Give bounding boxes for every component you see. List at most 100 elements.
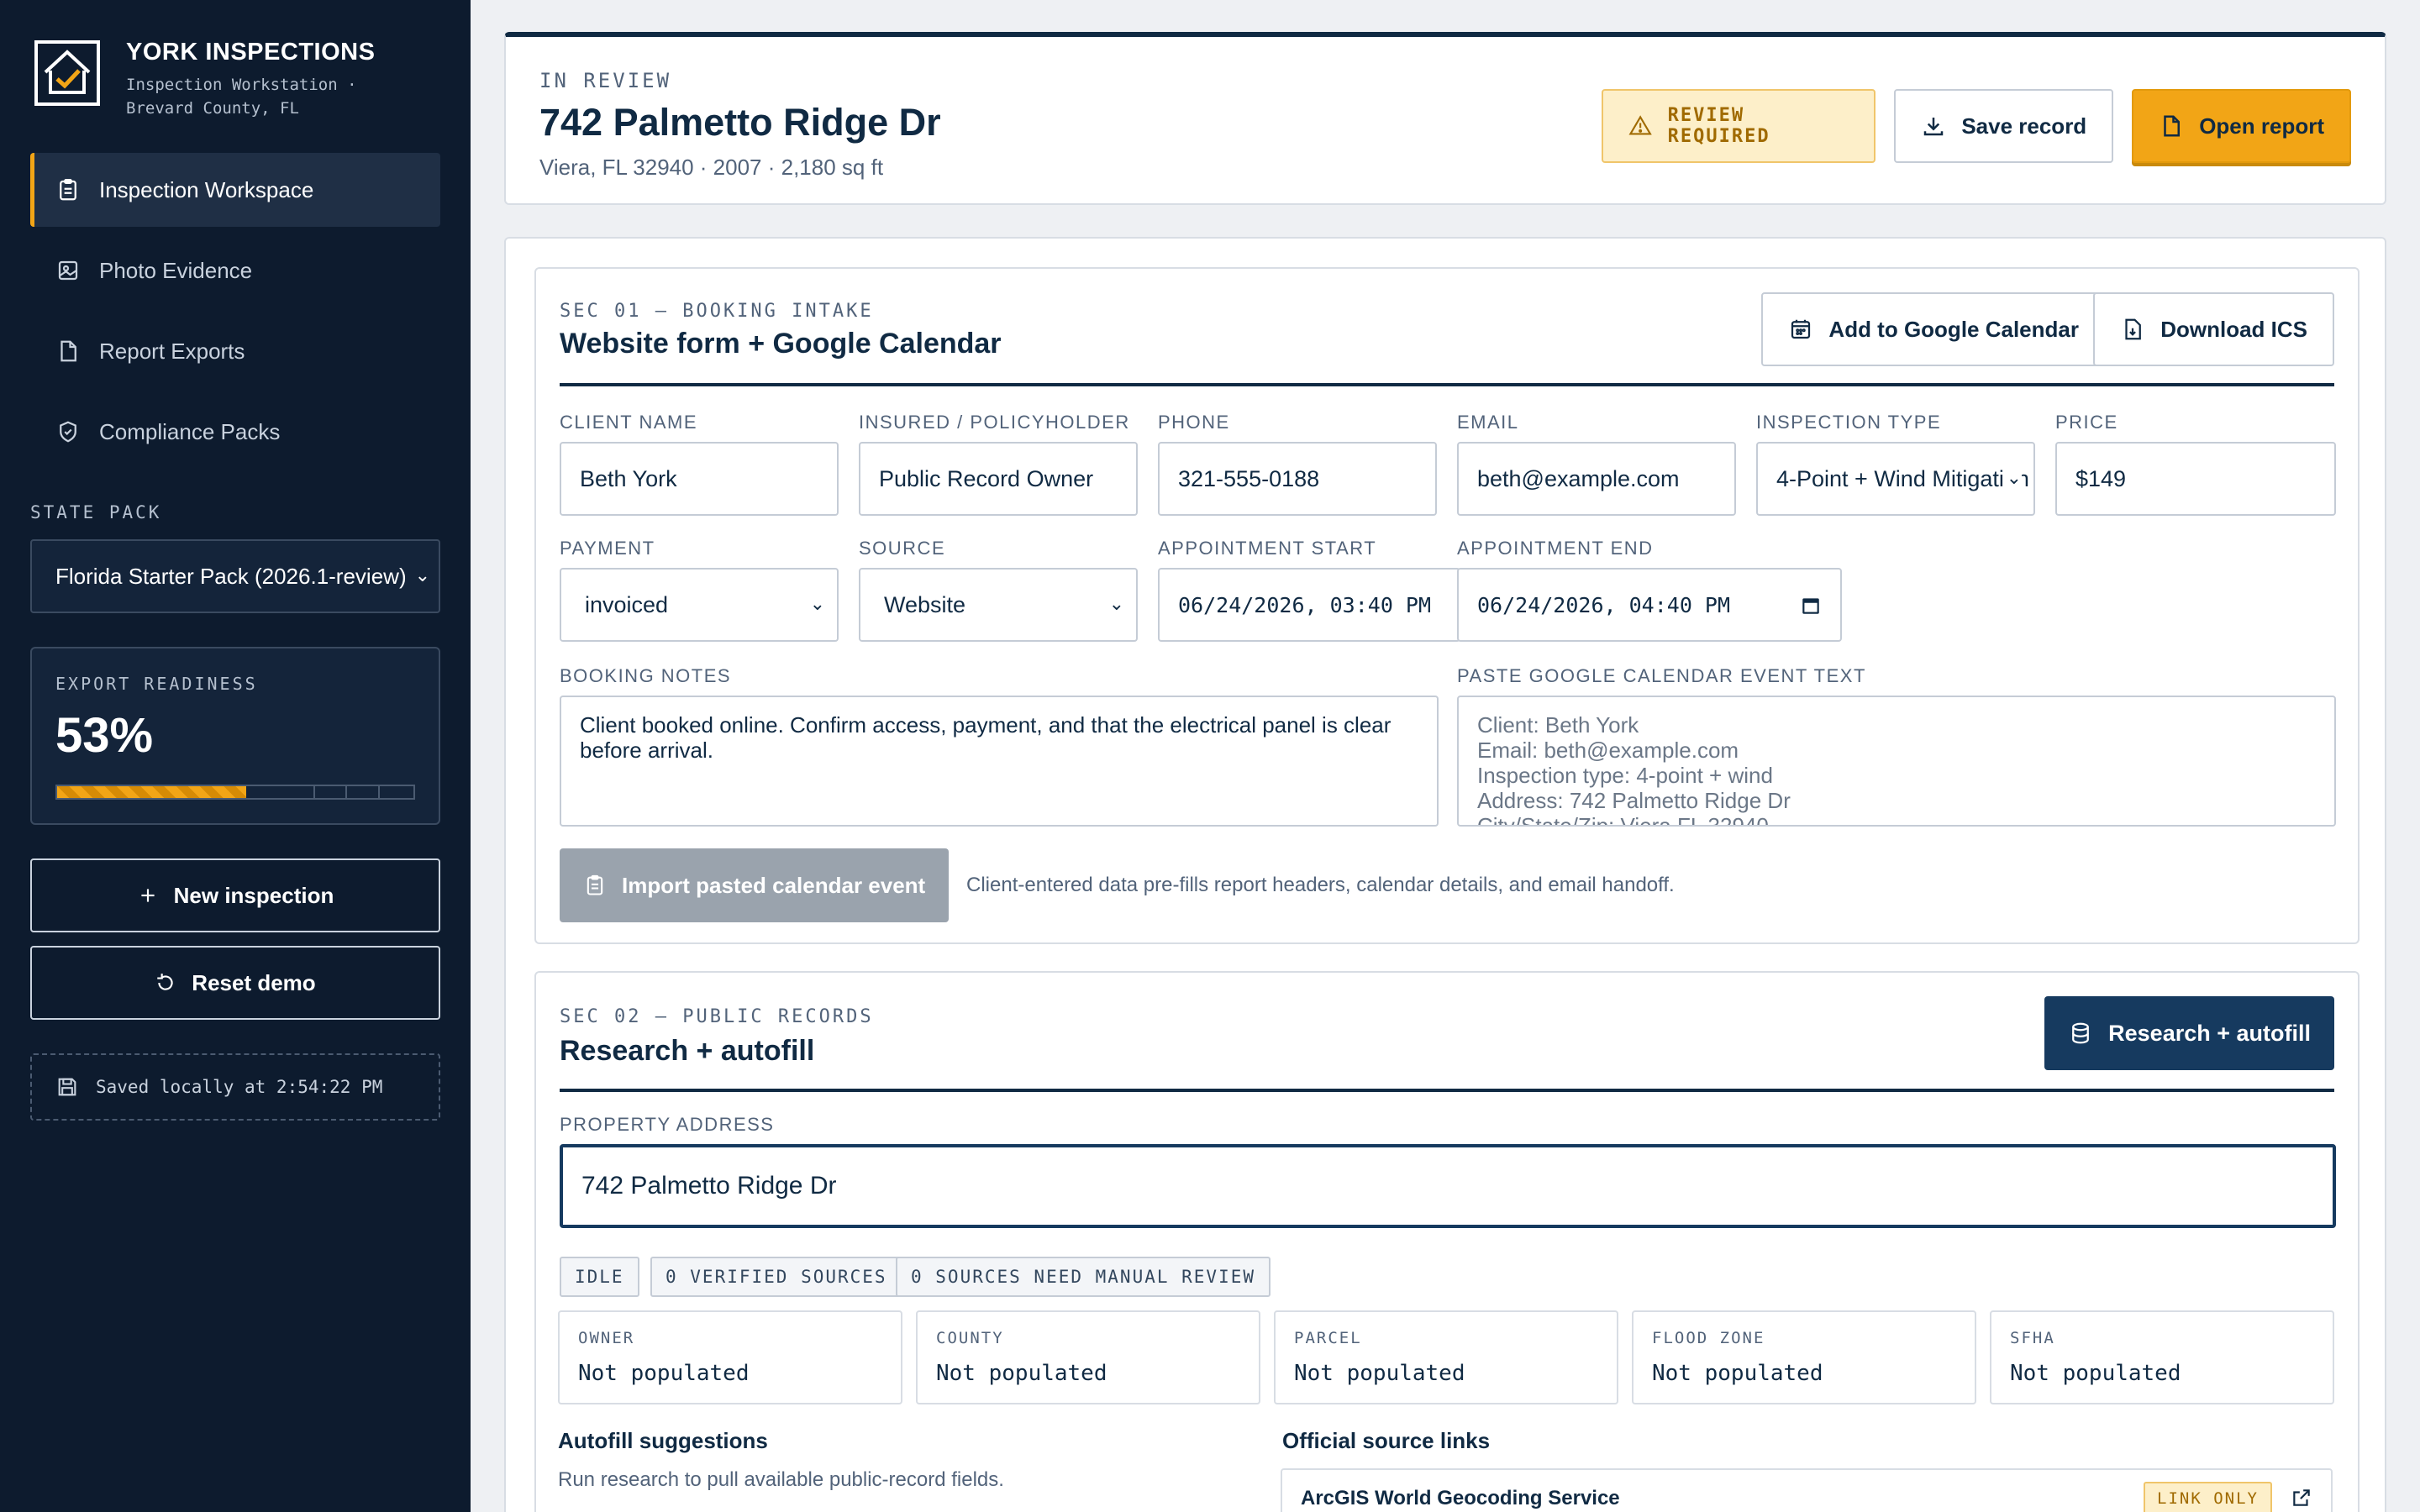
appointment-start-field[interactable]: 06/24/2026, 03:40 PM — [1158, 568, 1460, 642]
payment-select[interactable]: invoiced ⌄ — [560, 568, 839, 642]
warning-icon — [1628, 115, 1653, 135]
property-address-input[interactable]: 742 Palmetto Ridge Dr — [560, 1144, 2336, 1228]
saved-status-text: Saved locally at 2:54:22 PM — [96, 1077, 383, 1097]
calendar-text-textarea[interactable]: Client: Beth York Email: beth@example.co… — [1457, 696, 2336, 827]
import-calendar-event-button[interactable]: Import pasted calendar event — [560, 848, 950, 922]
section-divider — [560, 383, 2334, 386]
owner-stat-value: Not populated — [578, 1361, 750, 1386]
reset-demo-button[interactable]: Reset demo — [30, 946, 440, 1020]
insured-label: INSURED / POLICYHOLDER — [859, 412, 1130, 433]
section-eyebrow: SEC 01 — BOOKING INTAKE — [560, 301, 874, 322]
sfha-stat: SFHA Not populated — [1990, 1310, 2334, 1404]
flood-zone-stat: FLOOD ZONE Not populated — [1632, 1310, 1976, 1404]
official-sources-heading: Official source links — [1282, 1428, 1491, 1453]
payment-label: PAYMENT — [560, 538, 655, 559]
new-inspection-button[interactable]: New inspection — [30, 858, 440, 932]
document-icon — [2164, 115, 2181, 137]
county-stat-label: COUNTY — [936, 1329, 1004, 1347]
inspection-type-label: INSPECTION TYPE — [1756, 412, 1942, 433]
price-field[interactable]: $149 — [2055, 442, 2336, 516]
review-required-button[interactable]: REVIEW REQUIRED — [1602, 89, 1876, 163]
inspection-type-select[interactable]: 4-Point + Wind Mitigation ⌄ — [1756, 442, 2035, 516]
booking-hint: Client-entered data pre-fills report hea… — [966, 874, 1675, 896]
open-report-button[interactable]: Open report — [2132, 89, 2351, 163]
booking-notes-textarea[interactable]: Client booked online. Confirm access, pa… — [560, 696, 1439, 827]
parcel-stat-value: Not populated — [1294, 1361, 1465, 1386]
sidebar-item-inspection-workspace[interactable]: Inspection Workspace — [30, 153, 440, 227]
research-status-chip: IDLE — [560, 1257, 639, 1297]
phone-label: PHONE — [1158, 412, 1230, 433]
state-pack-select[interactable]: Florida Starter Pack (2026.1-review) ⌄ — [30, 539, 440, 613]
export-readiness-card: EXPORT READINESS 53% — [30, 647, 440, 825]
section-title: Website form + Google Calendar — [560, 328, 1002, 360]
export-readiness-fill — [57, 786, 246, 798]
appointment-end-value: 06/24/2026, 04:40 PM — [1477, 592, 1731, 617]
calendar-icon — [1791, 319, 1811, 339]
sidebar-item-photo-evidence[interactable]: Photo Evidence — [30, 234, 440, 307]
reset-icon — [157, 974, 173, 990]
source-select[interactable]: Website ⌄ — [859, 568, 1138, 642]
clipboard-icon — [60, 179, 76, 201]
chevron-down-icon: ⌄ — [411, 564, 430, 586]
sidebar-item-label: Inspection Workspace — [99, 176, 314, 202]
owner-stat: OWNER Not populated — [558, 1310, 902, 1404]
client-name-field[interactable]: Beth York — [560, 442, 839, 516]
payment-value: invoiced — [585, 591, 669, 617]
import-calendar-event-label: Import pasted calendar event — [622, 872, 926, 898]
state-pack-value: Florida Starter Pack (2026.1-review) — [55, 563, 407, 589]
client-name-label: CLIENT NAME — [560, 412, 698, 433]
add-to-google-calendar-button[interactable]: Add to Google Calendar — [1761, 292, 2106, 366]
section-title: Research + autofill — [560, 1035, 815, 1067]
open-report-label: Open report — [2199, 113, 2324, 139]
property-address-label: PROPERTY ADDRESS — [560, 1114, 775, 1135]
chevron-down-icon: ⌄ — [1105, 593, 1124, 615]
brand-subtitle: Inspection Workstation · Brevard County,… — [126, 76, 357, 118]
appointment-end-field[interactable]: 06/24/2026, 04:40 PM — [1457, 568, 1842, 642]
verified-sources-chip: 0 VERIFIED SOURCES — [650, 1257, 902, 1297]
download-ics-button[interactable]: Download ICS — [2093, 292, 2334, 366]
workspace-content: SEC 01 — BOOKING INTAKE Website form + G… — [504, 237, 2386, 1512]
link-only-badge: LINK ONLY — [2144, 1482, 2272, 1512]
progress-segment — [377, 786, 380, 798]
price-label: PRICE — [2055, 412, 2118, 433]
manual-review-chip: 0 SOURCES NEED MANUAL REVIEW — [896, 1257, 1271, 1297]
export-readiness-label: EXPORT READINESS — [55, 674, 258, 694]
download-ics-label: Download ICS — [2160, 316, 2307, 342]
record-subtitle: Viera, FL 32940 · 2007 · 2,180 sq ft — [539, 155, 884, 180]
clipboard-icon — [587, 874, 603, 895]
sidebar-item-report-exports[interactable]: Report Exports — [30, 314, 440, 388]
parcel-stat: PARCEL Not populated — [1274, 1310, 1618, 1404]
save-record-button[interactable]: Save record — [1894, 89, 2114, 163]
research-autofill-label: Research + autofill — [2108, 1020, 2311, 1046]
phone-field[interactable]: 321-555-0188 — [1158, 442, 1437, 516]
plus-icon — [141, 889, 155, 902]
progress-segment — [345, 786, 348, 798]
brand: YORK INSPECTIONS Inspection Workstation … — [34, 37, 403, 120]
autofill-suggestions-heading: Autofill suggestions — [558, 1428, 768, 1453]
source-label: SOURCE — [859, 538, 946, 559]
flood-zone-stat-label: FLOOD ZONE — [1652, 1329, 1765, 1347]
calendar-picker-icon[interactable] — [1800, 595, 1822, 617]
export-readiness-value: 53% — [55, 708, 154, 763]
saved-status: Saved locally at 2:54:22 PM — [30, 1053, 440, 1121]
insured-field[interactable]: Public Record Owner — [859, 442, 1138, 516]
file-download-icon — [2125, 318, 2142, 340]
appointment-start-label: APPOINTMENT START — [1158, 538, 1377, 559]
shield-icon — [60, 421, 76, 443]
chevron-down-icon: ⌄ — [2002, 467, 2022, 489]
sidebar-item-compliance-packs[interactable]: Compliance Packs — [30, 395, 440, 469]
appointment-end-label: APPOINTMENT END — [1457, 538, 1654, 559]
research-autofill-button[interactable]: Research + autofill — [2044, 996, 2334, 1070]
email-field[interactable]: beth@example.com — [1457, 442, 1736, 516]
external-link-icon[interactable] — [2291, 1487, 2312, 1509]
county-stat-value: Not populated — [936, 1361, 1107, 1386]
save-disk-icon — [58, 1078, 76, 1096]
sfha-stat-label: SFHA — [2010, 1329, 2055, 1347]
source-link-card[interactable]: ArcGIS World Geocoding Service LINK ONLY — [1281, 1468, 2333, 1512]
source-value: Website — [884, 591, 966, 617]
booking-intake-section: SEC 01 — BOOKING INTAKE Website form + G… — [534, 267, 2360, 944]
database-icon — [2072, 1022, 2090, 1044]
calendar-text-label: PASTE GOOGLE CALENDAR EVENT TEXT — [1457, 665, 1866, 686]
booking-notes-label: BOOKING NOTES — [560, 665, 732, 686]
export-readiness-bar — [55, 785, 415, 800]
